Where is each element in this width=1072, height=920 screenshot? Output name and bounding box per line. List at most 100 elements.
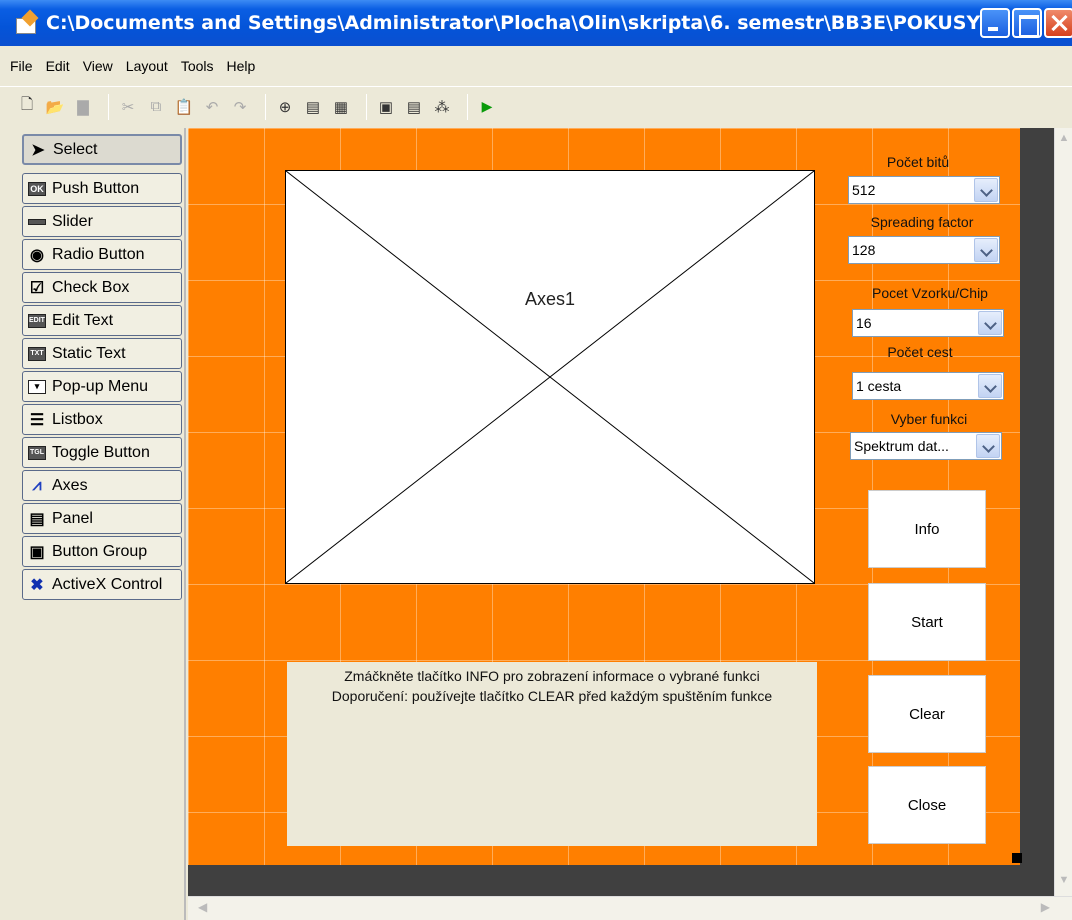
cut-icon[interactable]: ✂ bbox=[117, 96, 139, 118]
undo-icon[interactable]: ↶ bbox=[201, 96, 223, 118]
mfile-editor-icon[interactable]: ▣ bbox=[375, 96, 397, 118]
align-icon[interactable]: ⊕ bbox=[274, 96, 296, 118]
popup-value: 16 bbox=[856, 315, 872, 331]
palette-panel[interactable]: ▤ Panel bbox=[22, 503, 182, 534]
chevron-down-icon[interactable] bbox=[974, 178, 998, 202]
figure-canvas[interactable]: Axes1 Zmáčkněte tlačítko INFO pro zobraz… bbox=[188, 128, 1022, 865]
popup-pocet-cest[interactable]: 1 cesta bbox=[852, 372, 1004, 400]
arrow-icon: ➤ bbox=[31, 141, 45, 159]
save-icon[interactable]: ▇ bbox=[72, 96, 94, 118]
menu-file[interactable]: File bbox=[10, 58, 33, 74]
palette-axes[interactable]: ⩘ Axes bbox=[22, 470, 182, 501]
palette-activex-control[interactable]: ✖ ActiveX Control bbox=[22, 569, 182, 600]
horizontal-scrollbar[interactable]: ◀ ▶ bbox=[188, 896, 1072, 920]
listbox-icon: ☰ bbox=[29, 411, 45, 429]
palette-label: Panel bbox=[52, 509, 93, 527]
palette-static-text[interactable]: TXT Static Text bbox=[22, 338, 182, 369]
popup-pocet-bitu[interactable]: 512 bbox=[848, 176, 1000, 204]
info-line-2: Doporučení: používejte tlačítko CLEAR př… bbox=[331, 688, 773, 704]
palette-popup-menu[interactable]: ▾ Pop-up Menu bbox=[22, 371, 182, 402]
palette-select[interactable]: ➤ Select bbox=[22, 134, 182, 165]
panel-icon: ▤ bbox=[29, 510, 45, 528]
popup-vyber-funkci[interactable]: Spektrum dat... bbox=[850, 432, 1002, 460]
menu-editor-icon[interactable]: ▤ bbox=[302, 96, 324, 118]
scroll-down-icon[interactable]: ▼ bbox=[1056, 874, 1072, 892]
chevron-down-icon[interactable] bbox=[978, 311, 1002, 335]
palette-edit-text[interactable]: EDIT Edit Text bbox=[22, 305, 182, 336]
copy-icon[interactable]: ⧉ bbox=[145, 96, 167, 118]
radio-button-icon: ◉ bbox=[30, 246, 44, 264]
palette-label: Button Group bbox=[52, 542, 148, 560]
popup-value: 128 bbox=[852, 242, 876, 258]
popup-value: 1 cesta bbox=[856, 378, 902, 394]
palette-button-group[interactable]: ▣ Button Group bbox=[22, 536, 182, 567]
palette-check-box[interactable]: ☑ Check Box bbox=[22, 272, 182, 303]
minimize-button[interactable] bbox=[980, 8, 1010, 38]
palette-listbox[interactable]: ☰ Listbox bbox=[22, 404, 182, 435]
toolbar-separator bbox=[108, 93, 109, 120]
maximize-button[interactable] bbox=[1012, 8, 1042, 38]
redo-icon[interactable]: ↷ bbox=[229, 96, 251, 118]
popup-value: 512 bbox=[852, 182, 876, 198]
menu-view[interactable]: View bbox=[83, 58, 113, 74]
property-inspector-icon[interactable]: ▤ bbox=[403, 96, 425, 118]
scroll-up-icon[interactable]: ▲ bbox=[1056, 132, 1072, 150]
palette-label: Static Text bbox=[52, 344, 126, 362]
chevron-down-icon[interactable] bbox=[974, 238, 998, 262]
check-box-icon: ☑ bbox=[29, 279, 45, 297]
palette-label: Axes bbox=[52, 476, 88, 494]
palette-slider[interactable]: Slider bbox=[22, 206, 182, 237]
popup-menu-icon: ▾ bbox=[28, 379, 46, 394]
menu-layout[interactable]: Layout bbox=[126, 58, 168, 74]
palette-label: Toggle Button bbox=[52, 443, 150, 461]
label-pocet-cest: Počet cest bbox=[887, 344, 953, 360]
clear-button[interactable]: Clear bbox=[868, 675, 986, 753]
popup-spreading-factor[interactable]: 128 bbox=[848, 236, 1000, 264]
label-pocet-vzorku: Pocet Vzorku/Chip bbox=[872, 285, 988, 301]
close-button[interactable]: Close bbox=[868, 766, 986, 844]
object-browser-icon[interactable]: ⁂ bbox=[431, 96, 453, 118]
info-button[interactable]: Info bbox=[868, 490, 986, 568]
title-bar: C:\Documents and Settings\Administrator\… bbox=[0, 0, 1072, 46]
menu-help[interactable]: Help bbox=[227, 58, 256, 74]
window-title: C:\Documents and Settings\Administrator\… bbox=[46, 12, 1006, 34]
scroll-right-icon[interactable]: ▶ bbox=[1041, 900, 1050, 914]
start-button[interactable]: Start bbox=[868, 583, 986, 661]
popup-pocet-vzorku[interactable]: 16 bbox=[852, 309, 1004, 337]
chevron-down-icon[interactable] bbox=[976, 434, 1000, 458]
palette-label: Edit Text bbox=[52, 311, 114, 329]
palette-toggle-button[interactable]: TGL Toggle Button bbox=[22, 437, 182, 468]
push-button-icon: OK bbox=[28, 181, 46, 196]
close-window-button[interactable] bbox=[1044, 8, 1072, 38]
palette-label: Check Box bbox=[52, 278, 130, 296]
new-icon[interactable]: 🗋 bbox=[16, 96, 38, 118]
menu-tools[interactable]: Tools bbox=[181, 58, 214, 74]
label-vyber-funkci: Vyber funkci bbox=[890, 411, 968, 427]
layout-area: Axes1 Zmáčkněte tlačítko INFO pro zobraz… bbox=[188, 128, 1054, 896]
info-static-text[interactable]: Zmáčkněte tlačítko INFO pro zobrazení in… bbox=[287, 662, 817, 846]
scroll-left-icon[interactable]: ◀ bbox=[198, 900, 207, 914]
menu-edit[interactable]: Edit bbox=[46, 58, 70, 74]
axes-icon: ⩘ bbox=[32, 476, 42, 494]
palette-label: Pop-up Menu bbox=[52, 377, 149, 395]
run-icon[interactable]: ▶ bbox=[476, 96, 498, 118]
info-line-1: Zmáčkněte tlačítko INFO pro zobrazení in… bbox=[344, 668, 760, 684]
open-icon[interactable]: 📂 bbox=[44, 96, 66, 118]
chevron-down-icon[interactable] bbox=[978, 374, 1002, 398]
toggle-button-icon: TGL bbox=[28, 445, 46, 460]
resize-handle[interactable] bbox=[1012, 853, 1022, 863]
component-palette: ➤ Select OK Push Button Slider ◉ Radio B… bbox=[0, 128, 186, 920]
menu-bar: File Edit View Layout Tools Help bbox=[0, 46, 1072, 86]
palette-label: Select bbox=[53, 140, 98, 158]
palette-label: Push Button bbox=[52, 179, 140, 197]
paste-icon[interactable]: 📋 bbox=[173, 96, 195, 118]
tab-order-icon[interactable]: ▦ bbox=[330, 96, 352, 118]
axes-placeholder[interactable]: Axes1 bbox=[285, 170, 815, 584]
palette-push-button[interactable]: OK Push Button bbox=[22, 173, 182, 204]
guide-app-icon bbox=[14, 12, 38, 34]
vertical-scrollbar[interactable]: ▲ ▼ bbox=[1054, 128, 1072, 896]
palette-label: Slider bbox=[52, 212, 93, 230]
label-pocet-bitu: Počet bitů bbox=[886, 154, 950, 170]
palette-radio-button[interactable]: ◉ Radio Button bbox=[22, 239, 182, 270]
static-text-icon: TXT bbox=[28, 346, 46, 361]
